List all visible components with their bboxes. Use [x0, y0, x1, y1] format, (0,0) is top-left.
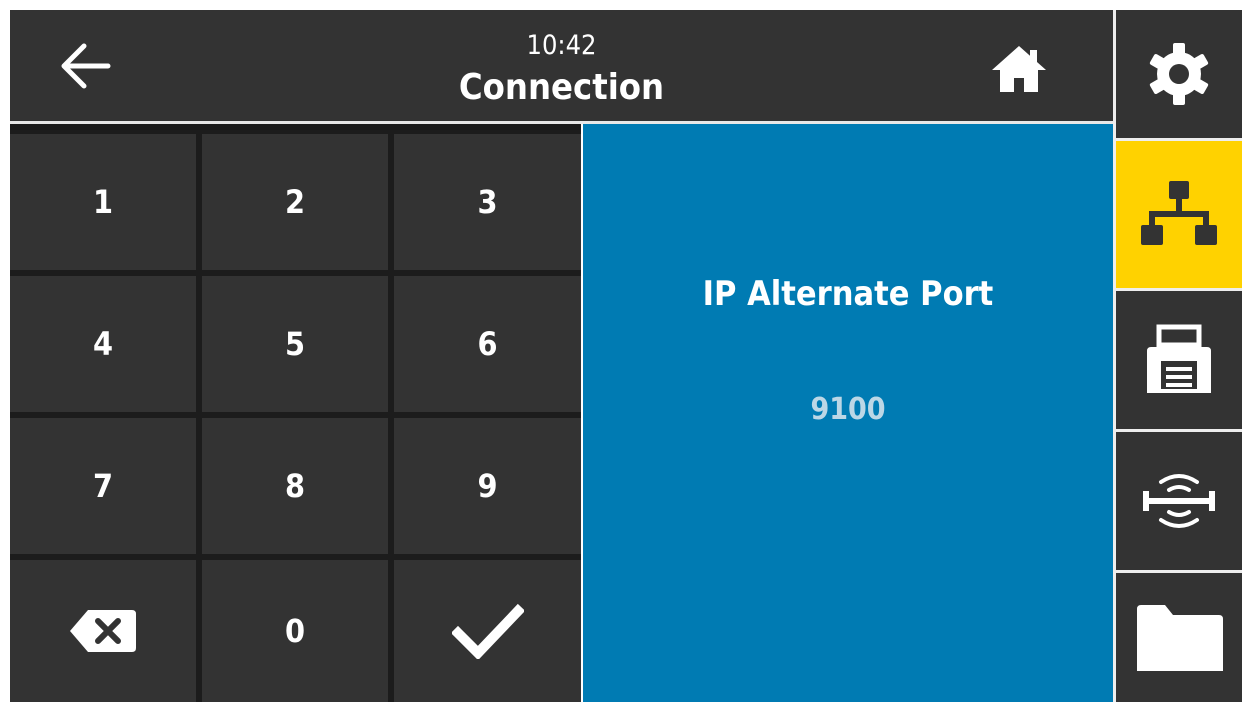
checkmark-icon: [451, 603, 524, 659]
numeric-keypad: 1 2 3 4 5 6 7 8 9 0: [10, 124, 581, 702]
page-title: Connection: [458, 67, 665, 108]
sidebar-item-print[interactable]: [1116, 291, 1242, 429]
key-label: 2: [284, 183, 306, 221]
sidebar-item-settings[interactable]: [1116, 10, 1242, 138]
key-label: 4: [92, 325, 114, 363]
backspace-key[interactable]: [10, 560, 196, 702]
key-label: 6: [477, 325, 498, 363]
key-3[interactable]: 3: [394, 134, 581, 270]
folder-icon: [1137, 604, 1223, 671]
key-2[interactable]: 2: [202, 134, 388, 270]
confirm-key[interactable]: [394, 560, 581, 702]
field-value[interactable]: 9100: [583, 392, 1113, 427]
key-0[interactable]: 0: [202, 560, 388, 702]
printer-icon: [1147, 324, 1211, 393]
sidebar-item-storage[interactable]: [1116, 573, 1242, 702]
key-label: 0: [284, 612, 306, 650]
screen: 10:42 Connection 1 2 3 4 5 6 7 8 9 0 IP …: [0, 0, 1242, 702]
key-label: 5: [284, 325, 306, 363]
sidebar-item-rfid[interactable]: [1116, 432, 1242, 570]
gear-icon: [1149, 43, 1209, 105]
home-icon: [992, 46, 1046, 92]
key-4[interactable]: 4: [10, 276, 196, 412]
key-1[interactable]: 1: [10, 134, 196, 270]
rfid-icon: [1143, 474, 1215, 528]
backspace-icon: [70, 610, 136, 652]
network-icon: [1141, 180, 1217, 245]
field-label: IP Alternate Port: [702, 274, 994, 314]
key-5[interactable]: 5: [202, 276, 388, 412]
key-label: 9: [477, 467, 498, 505]
key-9[interactable]: 9: [394, 418, 581, 554]
header-bar: 10:42 Connection: [10, 10, 1113, 121]
key-6[interactable]: 6: [394, 276, 581, 412]
key-8[interactable]: 8: [202, 418, 388, 554]
clock: 10:42: [526, 30, 597, 61]
key-label: 1: [92, 183, 114, 221]
home-button[interactable]: [988, 40, 1050, 96]
key-label: 8: [284, 467, 306, 505]
key-label: 3: [477, 183, 498, 221]
key-label: 7: [92, 467, 114, 505]
key-7[interactable]: 7: [10, 418, 196, 554]
sidebar-item-network[interactable]: [1116, 141, 1242, 288]
side-menu: [1113, 10, 1242, 702]
value-panel: IP Alternate Port 9100: [583, 124, 1113, 702]
